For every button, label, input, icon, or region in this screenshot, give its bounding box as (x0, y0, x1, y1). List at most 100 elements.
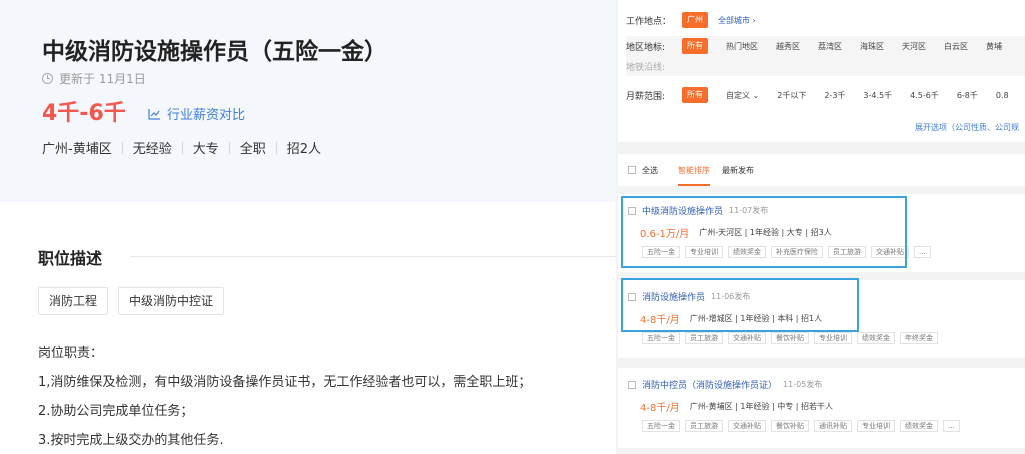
job-card-checkbox[interactable] (628, 206, 636, 215)
benefit-tag: 绩效奖金 (900, 420, 938, 432)
metro-label[interactable]: 地铁沿线: (626, 60, 682, 73)
job-header: 中级消防设施操作员（五险一金） 更新于 11月1日 4千-6千 行业薪资对比 广… (0, 0, 616, 202)
job-card-info: 广州-增城区 | 1年经验 | 本科 | 招1人 (689, 314, 823, 323)
district-option[interactable]: 天河区 (902, 41, 926, 52)
all-cities-label: 全部城市 (718, 15, 750, 25)
benefit-tag: 专业培训 (685, 246, 723, 258)
meta-experience: 无经验 (132, 142, 172, 157)
job-card-header: 消防设施操作员 11-06发布 (628, 290, 750, 303)
updated-time: 更新于 11月1日 (42, 70, 146, 87)
meta-job-type: 全职 (239, 142, 266, 157)
salary-custom-label: 自定义 (726, 90, 750, 100)
salary-range-option[interactable]: 4.5-6千 (910, 90, 939, 101)
job-card-details: 4-8千/月 广州-黄埔区 | 1年经验 | 中专 | 招若干人 (640, 399, 833, 414)
salary-chip-all[interactable]: 所有 (682, 87, 708, 103)
job-card-salary: 4-8千/月 (640, 403, 680, 414)
sort-bar: 全选 智能排序 最新发布 (618, 154, 1025, 186)
benefit-tag: 专业培训 (857, 420, 895, 432)
benefit-tag: 交通补贴 (871, 246, 909, 258)
job-title: 中级消防设施操作员（五险一金） (42, 39, 387, 65)
job-card-title[interactable]: 中级消防设施操作员 (642, 204, 723, 217)
salary-range-option[interactable]: 6-8千 (957, 90, 978, 101)
district-option[interactable]: 海珠区 (860, 41, 884, 52)
salary-custom-dropdown[interactable]: 自定义 ⌄ (726, 90, 759, 101)
job-description: 岗位职责： 1,消防维保及检测，有中级消防设备操作员证书，无工作经验者也可以，需… (38, 346, 531, 454)
meta-divider (228, 141, 230, 154)
location-label: 工作地点： (626, 16, 672, 27)
sort-tab-latest[interactable]: 最新发布 (722, 165, 754, 176)
location-chip-selected[interactable]: 广州 (682, 12, 708, 28)
location-filter-row: 工作地点： 广州 全部城市 › (626, 12, 756, 28)
benefit-tags: 五险一金 员工旅游 交通补贴 餐饮补贴 通讯补贴 专业培训 绩效奖金 ... (642, 420, 960, 432)
skill-tag: 中级消防中控证 (118, 287, 225, 315)
meta-divider (181, 141, 183, 154)
job-card-checkbox[interactable] (628, 380, 636, 389)
district-option[interactable]: 黄埔 (986, 41, 1002, 52)
district-filter-row: 地区地标: 所有 热门地区 越秀区 荔湾区 海珠区 天河区 白云区 黄埔 (626, 38, 1002, 54)
updated-text: 更新于 11月1日 (59, 72, 146, 86)
benefit-more[interactable]: ... (914, 246, 931, 258)
screenshot-root: 中级消防设施操作员（五险一金） 更新于 11月1日 4千-6千 行业薪资对比 广… (0, 0, 1025, 454)
benefit-more[interactable]: ... (943, 420, 960, 432)
skill-tags: 消防工程 中级消防中控证 (38, 287, 225, 315)
section-divider (130, 256, 616, 257)
job-card-salary: 0.6-1万/月 (640, 229, 690, 240)
job-detail-panel: 中级消防设施操作员（五险一金） 更新于 11月1日 4千-6千 行业薪资对比 广… (0, 0, 616, 454)
chevron-down-icon: ⌄ (752, 90, 760, 100)
benefit-tag: 绩效奖金 (857, 332, 895, 344)
job-card-salary: 4-8千/月 (640, 315, 680, 326)
skill-tag: 消防工程 (38, 287, 109, 315)
salary-range-option[interactable]: 2-3千 (824, 90, 845, 101)
district-option[interactable]: 越秀区 (776, 41, 800, 52)
meta-education: 大专 (192, 142, 219, 157)
benefit-tag: 员工旅游 (685, 420, 723, 432)
job-card-header: 中级消防设施操作员 11-07发布 (628, 204, 768, 217)
job-card-details: 4-8千/月 广州-增城区 | 1年经验 | 本科 | 招1人 (640, 311, 822, 326)
district-option[interactable]: 热门地区 (726, 41, 758, 52)
job-salary: 4千-6千 (42, 101, 126, 126)
salary-range-option[interactable]: 2千以下 (777, 90, 806, 101)
description-line: 2.协助公司完成单位任务； (38, 404, 194, 419)
salary-range-option[interactable]: 3-4.5千 (863, 90, 892, 101)
benefit-tag: 餐饮补贴 (771, 332, 809, 344)
salary-compare-link[interactable]: 行业薪资对比 (148, 104, 245, 123)
salary-range-option[interactable]: 0.8 (996, 91, 1009, 100)
meta-divider (121, 141, 123, 154)
job-card[interactable]: 中级消防设施操作员 11-07发布 0.6-1万/月 广州-天河区 | 1年经验… (618, 194, 1025, 272)
salary-compare-label: 行业薪资对比 (167, 108, 246, 123)
job-meta: 广州-黄埔区 无经验 大专 全职 招2人 (42, 138, 321, 157)
job-card-header: 消防中控员（消防设施操作员证） 11-05发布 (628, 378, 822, 391)
benefit-tag: 年终奖金 (900, 332, 938, 344)
select-all-checkbox[interactable] (628, 166, 636, 174)
all-cities-link[interactable]: 全部城市 › (718, 15, 756, 26)
description-heading: 职位描述 (38, 249, 103, 268)
job-card-title[interactable]: 消防设施操作员 (642, 290, 705, 303)
sort-tab-smart[interactable]: 智能排序 (678, 165, 710, 186)
benefit-tag: 交通补贴 (728, 420, 766, 432)
chevron-right-icon: › (752, 15, 756, 25)
job-card[interactable]: 消防中控员（消防设施操作员证） 11-05发布 4-8千/月 广州-黄埔区 | … (618, 368, 1025, 448)
benefit-tag: 五险一金 (642, 420, 680, 432)
job-card-date: 11-05发布 (783, 380, 823, 389)
job-card[interactable]: 消防设施操作员 11-06发布 4-8千/月 广州-增城区 | 1年经验 | 本… (618, 280, 1025, 358)
description-line: 岗位职责： (38, 346, 104, 361)
benefit-tag: 补充医疗保险 (771, 246, 823, 258)
job-card-details: 0.6-1万/月 广州-天河区 | 1年经验 | 大专 | 招3人 (640, 225, 832, 240)
meta-divider (275, 141, 277, 154)
job-card-date: 11-07发布 (729, 206, 769, 215)
job-card-checkbox[interactable] (628, 292, 636, 301)
salary-filter-row: 月薪范围: 所有 自定义 ⌄ 2千以下 2-3千 3-4.5千 4.5-6千 6… (626, 87, 1009, 103)
expand-options-link[interactable]: 展开选项（公司性质、公司规 (915, 122, 1019, 133)
trend-chart-icon (148, 108, 160, 120)
district-chip-all[interactable]: 所有 (682, 38, 708, 54)
benefit-tag: 员工旅游 (828, 246, 866, 258)
benefit-tag: 绩效奖金 (728, 246, 766, 258)
description-line: 1,消防维保及检测，有中级消防设备操作员证书，无工作经验者也可以，需全职上班； (38, 375, 532, 390)
district-option[interactable]: 荔湾区 (818, 41, 842, 52)
job-card-title[interactable]: 消防中控员（消防设施操作员证） (642, 378, 777, 391)
benefit-tag: 专业培训 (814, 332, 852, 344)
meta-location: 广州-黄埔区 (42, 142, 112, 157)
job-search-panel: 工作地点： 广州 全部城市 › 地区地标: 所有 热门地区 越秀区 荔湾区 海珠… (616, 0, 1025, 454)
district-option[interactable]: 白云区 (944, 41, 968, 52)
select-all-label[interactable]: 全选 (642, 165, 658, 176)
